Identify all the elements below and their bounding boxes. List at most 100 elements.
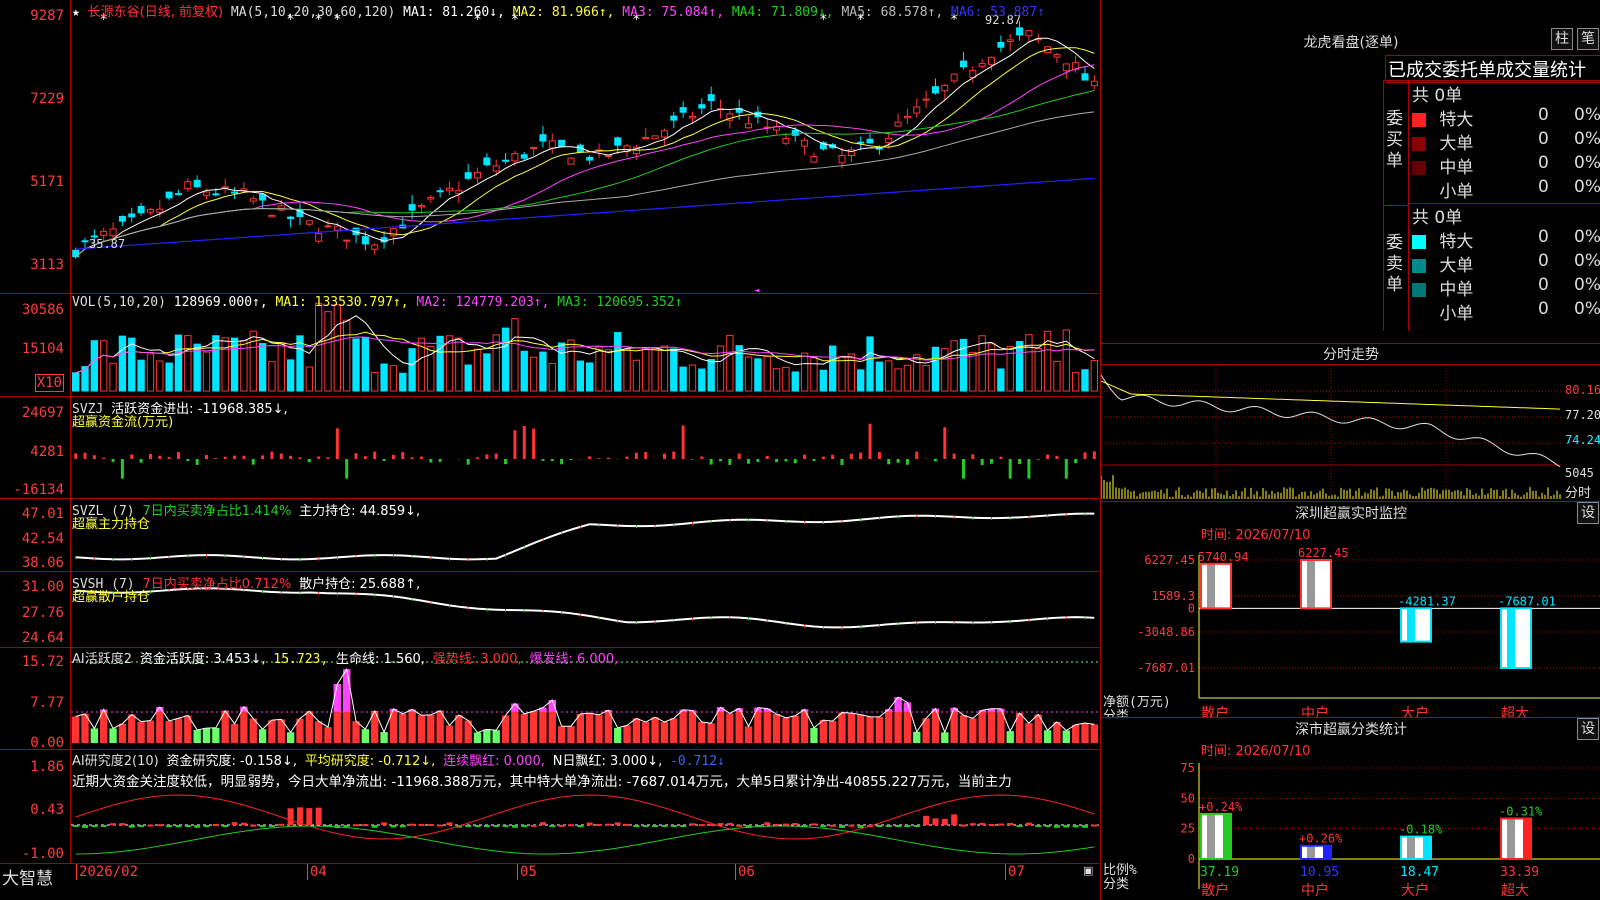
order-type: 特大 [1439,110,1474,130]
research-bar [128,825,135,828]
activity-bar [586,713,594,743]
vol-bar [614,332,622,392]
ai1-panel[interactable]: 15.72 7.77 0.00 AI活跃度2 资金活跃度: 3.453↓, 15… [0,648,1099,751]
activity-bar [492,730,500,743]
activity-bar [408,709,416,743]
vol-bar [249,330,257,392]
vol-bar [707,358,715,392]
activity-bar [866,716,874,743]
research-bar [268,825,275,827]
order-count: 0 [1538,153,1549,173]
svzl-panel[interactable]: 47.01 42.54 38.06 SVZL (7) 7日内买卖净占比1.414… [0,499,1099,572]
svsh-panel[interactable]: 31.00 27.76 24.64 SVSH (7) 7日内买卖净占比0.712… [0,572,1099,648]
vol-yaxis: 30586 15104 X10 [0,294,71,396]
research-bar [446,822,453,825]
vol-bar [436,335,444,392]
candle [389,228,397,237]
monitor-settings-button[interactable]: 设 [1577,502,1599,524]
fenshi-panel[interactable]: 分时走势 80.16 77.20 74.24 5045 分时 [1100,344,1600,502]
activity-bar [156,706,164,743]
bar-shade [1407,836,1415,859]
lock-icon[interactable]: ▣ [1083,864,1093,877]
bar-shade [1507,608,1515,668]
candle [408,204,416,211]
vol-panel[interactable]: 30586 15104 X10 VOL(5,10,20) 128969.000↑… [0,294,1099,397]
fenshi-plot[interactable] [1101,365,1561,500]
research-bar [960,824,967,827]
research-bar [502,825,509,827]
vol-bar [352,338,360,392]
research-bar [670,825,677,828]
vol-bar [184,335,192,392]
research-bar [567,824,574,827]
candle [118,215,126,222]
activity-bar [726,713,734,743]
activity-bar [455,715,463,743]
y-label: -16134 [13,482,64,498]
stroke-mode-button[interactable]: 笔 [1577,28,1599,50]
vol-bar [90,340,99,392]
y-label: 7229 [30,91,64,107]
activity-bar [875,716,884,743]
y-label: 50 [1181,791,1195,805]
research-bar [240,822,247,825]
candle [511,153,519,162]
svzj-subtitle: 超赢资金流(万元) [72,415,174,430]
monitor-panel[interactable]: 深圳超赢实时监控 设 时间: 2026/07/10 6227.45 1589.3 0… [1100,502,1600,718]
bar-accent [1223,813,1231,859]
candle [333,225,341,231]
research-bar [904,825,911,827]
order-count: 0 [1538,299,1549,319]
kline-plot[interactable]: * * * * * * * * * * 92.8735.87◄ [71,0,1099,292]
candle [343,239,351,242]
classify-title: 深市超赢分类统计 [1295,722,1407,738]
research-bar [988,823,995,826]
value-label: 37.19 [1200,865,1239,880]
research-line [75,794,1095,840]
svzj-panel[interactable]: 24697 4281 -16134 SVZJ 活跃资金进出: -11968.38… [0,397,1099,499]
research-bar [511,825,518,828]
ai2-panel[interactable]: 1.86 0.43 -1.00 AI研究度2(10) 资金研究度: -0.158… [0,750,1099,864]
activity-bar [128,714,136,743]
category-label: 大户 [1401,705,1429,717]
classify-settings-button[interactable]: 设 [1577,718,1599,740]
research-bar [680,825,687,827]
vol-bar [931,346,940,392]
longhu-tabs[interactable]: 已成交委托单成交量统计 [1385,55,1600,83]
buy-total: 共 0单 [1412,86,1463,106]
kline-panel[interactable]: 9287 7229 5171 3113 * * * * * * * * * * 92.87 35.87… [0,0,1099,294]
candle [539,134,547,142]
classify-panel[interactable]: 深市超赢分类统计 设 时间: 2026/07/10 75 50 25 0 +0.24% 3… [1100,718,1600,900]
bar-mode-button[interactable]: 柱 [1551,28,1573,50]
vol-bar [501,327,510,392]
vol-bar [1081,369,1089,392]
candle [221,186,229,189]
candle [782,137,790,144]
order-type: 大单 [1439,256,1474,276]
y-label: 0 [1188,852,1195,866]
activity-bar [838,712,846,743]
sell-total: 共 0单 [1412,208,1463,228]
vol-bar [875,361,884,392]
candle [474,171,482,179]
research-bar [437,824,444,827]
candle [483,157,491,166]
category-label: 大户 [1401,882,1429,899]
vol-bar [100,340,108,392]
activity-bar [539,707,547,743]
research-bar [1081,825,1088,828]
activity-bar [885,709,893,743]
activity-bar [90,728,99,743]
candle [801,139,809,147]
research-bar [1053,825,1060,828]
svzl-value: 主力持仓: 44.859↓, [299,504,421,519]
activity-bar [146,720,155,743]
star-icon[interactable]: ★ [72,5,80,20]
vol-bar [72,372,80,392]
activity-bar [642,722,650,743]
vol-bar [866,336,874,392]
y-label: 1.86 [30,759,64,775]
vol-bar [810,357,818,392]
candle [660,130,668,138]
ma-line [75,47,1095,258]
